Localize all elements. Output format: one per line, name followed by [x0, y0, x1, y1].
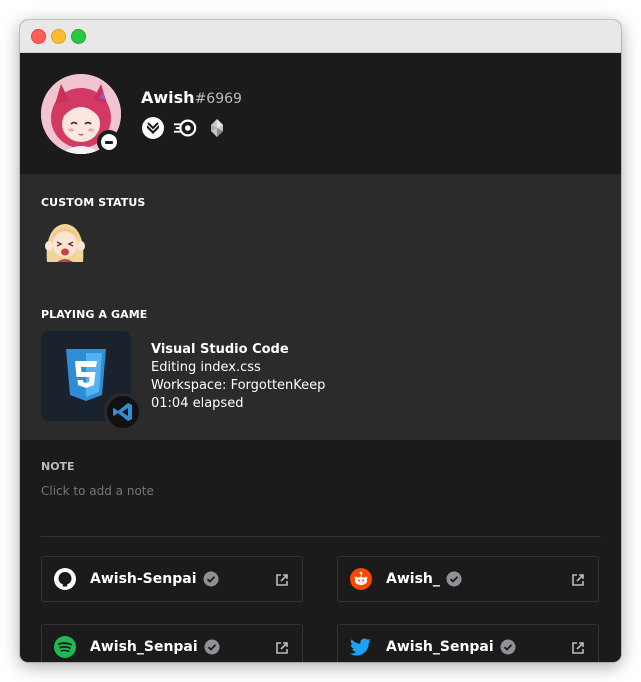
connection-spotify[interactable]: Awish_Senpai: [41, 624, 303, 662]
divider: [41, 536, 601, 537]
username: Awish: [141, 88, 195, 107]
external-link-icon[interactable]: [570, 640, 586, 656]
title-bar: [20, 20, 621, 53]
activity-section: CUSTOM STATUS PLAYING A GAME Visual Stud…: [20, 174, 621, 440]
connection-github[interactable]: Awish-Senpai: [41, 556, 303, 602]
vscode-icon[interactable]: [104, 393, 142, 431]
connection-reddit[interactable]: Awish_: [337, 556, 599, 602]
username-line: Awish#6969: [141, 88, 242, 107]
close-window-button[interactable]: [31, 29, 46, 44]
discriminator: #6969: [194, 91, 242, 107]
external-link-icon[interactable]: [274, 572, 290, 588]
verified-check-icon: [204, 639, 220, 655]
anime-girl-emoji[interactable]: [41, 218, 89, 266]
badge-list: [141, 116, 229, 140]
verified-check-icon: [446, 571, 462, 587]
playing-game-label: PLAYING A GAME: [41, 308, 148, 321]
connection-name: Awish_Senpai: [90, 639, 198, 655]
external-link-icon[interactable]: [274, 640, 290, 656]
connection-name: Awish-Senpai: [90, 571, 197, 587]
minimize-window-button[interactable]: [51, 29, 66, 44]
reddit-icon: [349, 567, 373, 591]
verified-check-icon: [500, 639, 516, 655]
zoom-window-button[interactable]: [71, 29, 86, 44]
activity-elapsed: 01:04 elapsed: [151, 396, 244, 411]
github-icon: [53, 567, 77, 591]
hypesquad-bravery-icon[interactable]: [141, 116, 165, 140]
twitter-icon: [349, 635, 373, 659]
verified-check-icon: [203, 571, 219, 587]
note-input[interactable]: [41, 480, 441, 502]
note-label: NOTE: [41, 460, 75, 473]
connection-name: Awish_: [386, 571, 440, 587]
profile-window: Awish#6969 CUSTOM STATUS PLAYING A GAME …: [20, 20, 621, 662]
nitro-boost-icon[interactable]: [173, 116, 197, 140]
activity-details: Visual Studio Code Editing index.css Wor…: [151, 341, 325, 413]
note-section: NOTE Awish-Senpai: [20, 440, 621, 662]
external-link-icon[interactable]: [570, 572, 586, 588]
activity-state-line: Workspace: ForgottenKeep: [151, 378, 326, 393]
dnd-status-icon: [97, 130, 121, 154]
custom-status-label: CUSTOM STATUS: [41, 196, 146, 209]
activity-details-line: Editing index.css: [151, 360, 261, 375]
connection-twitter[interactable]: Awish_Senpai: [337, 624, 599, 662]
connection-name: Awish_Senpai: [386, 639, 494, 655]
profile-header: Awish#6969: [20, 53, 621, 174]
early-supporter-gem-icon[interactable]: [205, 116, 229, 140]
spotify-icon: [53, 635, 77, 659]
activity-name: Visual Studio Code: [151, 342, 289, 357]
